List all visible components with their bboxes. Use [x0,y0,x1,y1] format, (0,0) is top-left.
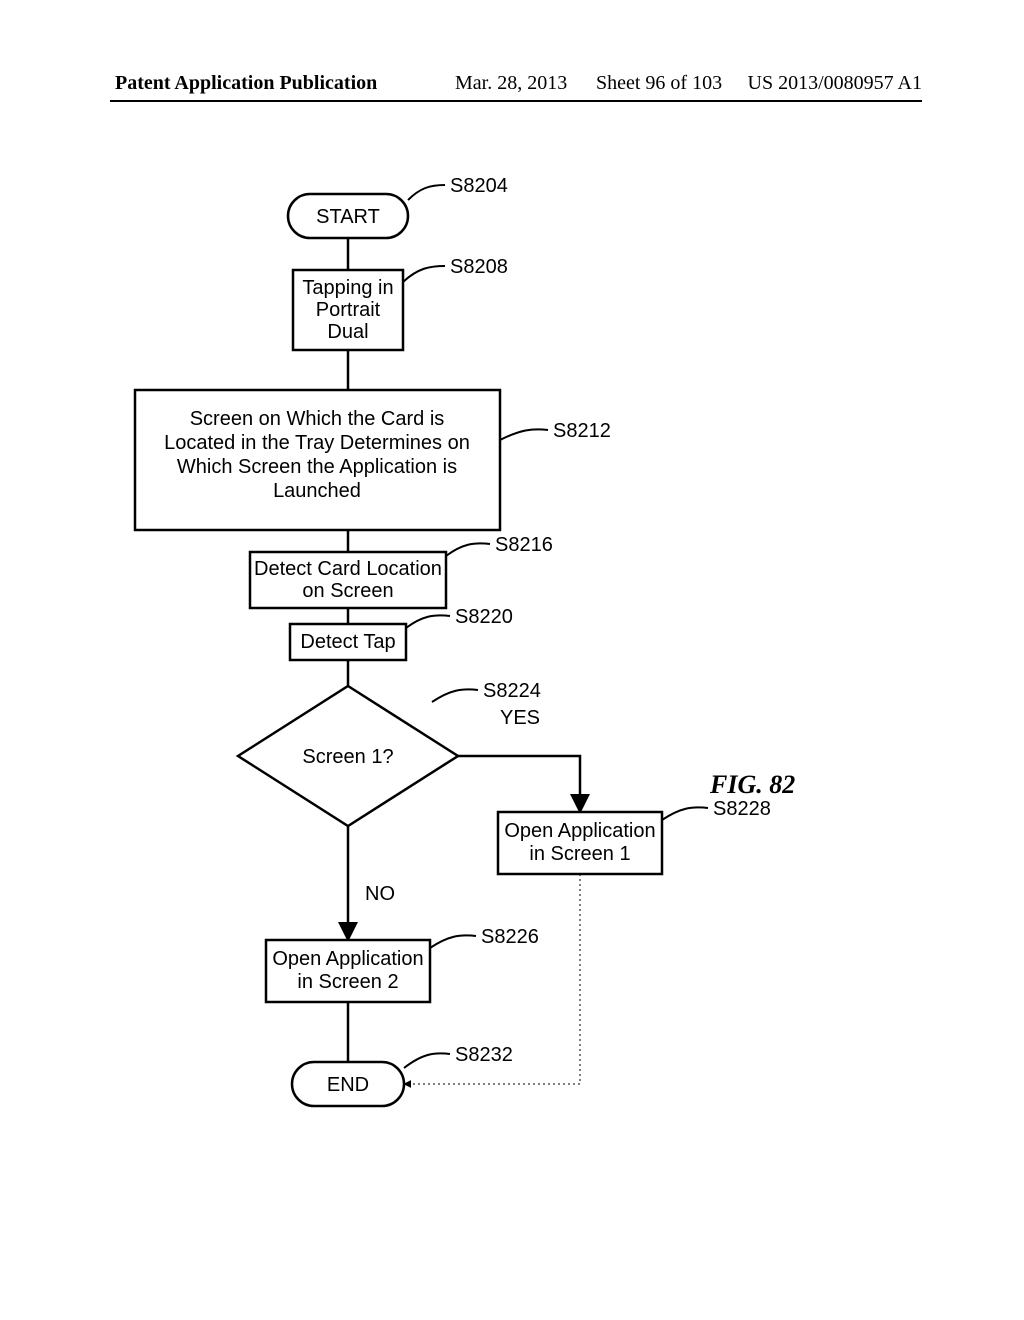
svg-text:Dual: Dual [327,321,368,343]
ref-s8220: S8220 [455,606,513,628]
svg-text:in Screen 1: in Screen 1 [529,843,630,865]
svg-text:Open Application: Open Application [504,820,655,842]
ref-s8226: S8226 [481,926,539,948]
node-detect-location: Detect Card Location on Screen [250,552,446,608]
svg-text:Located in the Tray Determines: Located in the Tray Determines on [164,432,470,454]
flowchart-svg: START S8204 Tapping in Portrait Dual S82… [0,0,1024,1320]
page: Patent Application Publication Mar. 28, … [0,0,1024,1320]
ref-s8212: S8212 [553,420,611,442]
svg-text:Which Screen the Application i: Which Screen the Application is [177,456,457,478]
svg-text:Portrait: Portrait [316,299,381,321]
svg-text:Tapping in: Tapping in [302,277,393,299]
node-tapping: Tapping in Portrait Dual [293,270,403,350]
svg-text:on Screen: on Screen [302,580,393,602]
node-end: END [292,1062,404,1106]
branch-no: NO [365,883,395,905]
node-description: Screen on Which the Card is Located in t… [135,390,500,530]
ref-s8204: S8204 [450,175,508,197]
ref-s8208: S8208 [450,256,508,278]
ref-s8216: S8216 [495,534,553,556]
node-start: START [288,194,408,238]
node-decision: Screen 1? [238,686,458,826]
svg-text:Detect Card Location: Detect Card Location [254,558,442,580]
ref-s8232: S8232 [455,1044,513,1066]
svg-text:Open Application: Open Application [272,948,423,970]
node-detect-tap: Detect Tap [290,624,406,660]
branch-yes: YES [500,707,540,729]
svg-text:START: START [316,206,380,228]
svg-text:Screen on Which the Card is: Screen on Which the Card is [190,408,445,430]
node-open-screen2: Open Application in Screen 2 [266,940,430,1002]
svg-text:Screen 1?: Screen 1? [302,746,393,768]
svg-text:Detect Tap: Detect Tap [300,631,395,653]
ref-s8224: S8224 [483,680,541,702]
svg-text:in Screen 2: in Screen 2 [297,971,398,993]
ref-s8228: S8228 [713,798,771,820]
svg-text:Launched: Launched [273,480,361,502]
node-open-screen1: Open Application in Screen 1 [498,812,662,874]
svg-text:END: END [327,1074,369,1096]
